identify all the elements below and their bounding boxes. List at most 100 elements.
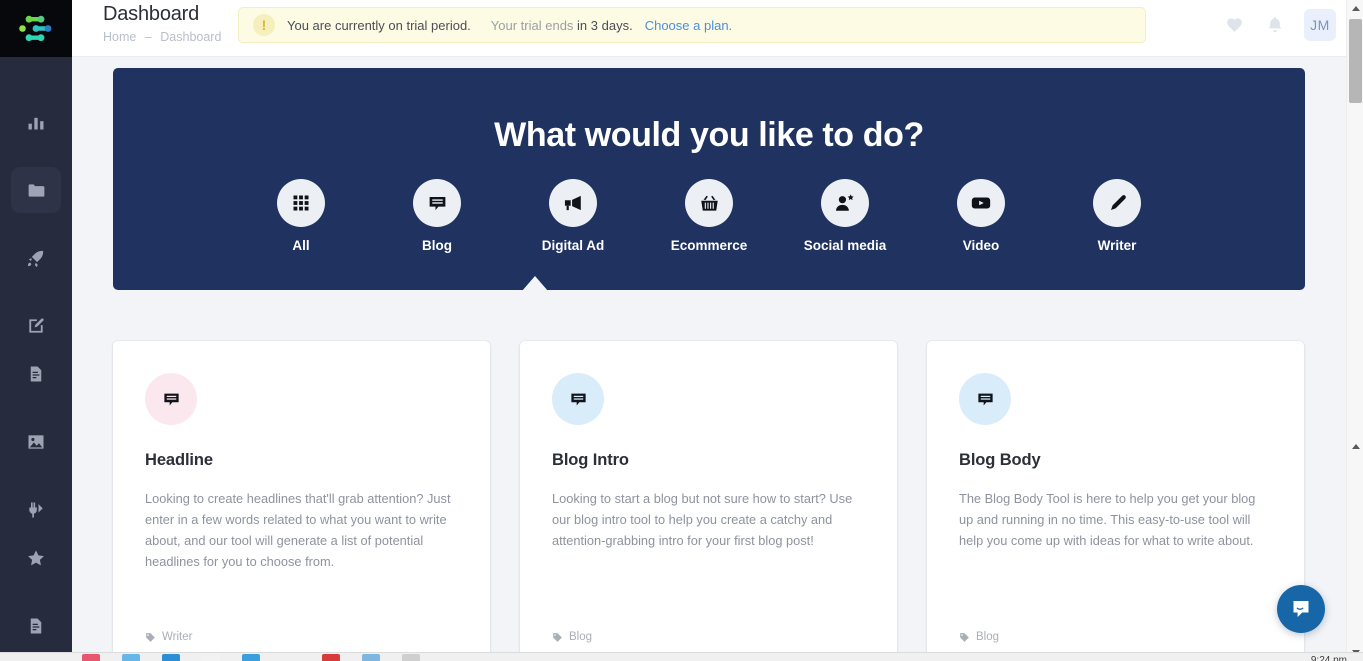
taskbar-app[interactable] — [242, 654, 260, 661]
chat-launcher-button[interactable] — [1277, 585, 1325, 633]
sidebar-item-projects[interactable] — [0, 167, 72, 213]
tool-card-tag: Blog — [959, 631, 999, 643]
category-blog-label: Blog — [422, 238, 452, 253]
tool-card-tag-label: Writer — [162, 631, 193, 643]
sidebar-item-documents[interactable] — [0, 355, 72, 393]
heart-icon — [1227, 18, 1242, 33]
category-digital-ad-label: Digital Ad — [541, 238, 605, 253]
notifications-button[interactable] — [1264, 14, 1286, 36]
taskbar-app[interactable] — [282, 654, 300, 661]
tool-card-tag: Blog — [552, 631, 592, 643]
category-all-label: All — [292, 238, 310, 253]
app-logo[interactable] — [0, 0, 72, 57]
sidebar-item-favorites[interactable] — [0, 539, 72, 577]
scrollbar-thumb[interactable] — [1349, 19, 1362, 103]
bar-chart-icon — [28, 117, 44, 130]
title-block: Dashboard Home – Dashboard — [103, 3, 221, 44]
tool-card-blog-intro[interactable]: Blog Intro Looking to start a blog but n… — [520, 341, 897, 659]
category-selector: All Blog Digital Ad Ecommerce Social med… — [113, 179, 1305, 253]
tool-card-title: Blog Body — [959, 451, 1041, 469]
tool-card-list: Headline Looking to create headlines tha… — [113, 341, 1305, 659]
sidebar — [0, 0, 72, 661]
category-all-circle — [277, 179, 325, 227]
tool-card-tag-label: Blog — [569, 631, 593, 643]
taskbar-app[interactable] — [322, 654, 340, 661]
category-all[interactable]: All — [255, 179, 347, 253]
app-logo-icon — [19, 15, 52, 41]
scroll-marker-icon — [1347, 438, 1363, 455]
choose-a-plan-link[interactable]: Choose a plan. — [645, 18, 732, 33]
pencil-square-icon — [29, 318, 44, 333]
star-icon — [28, 550, 44, 566]
comment-icon — [977, 393, 993, 405]
tag-icon — [960, 632, 969, 642]
category-social-media-label: Social media — [803, 238, 887, 253]
taskbar-app[interactable] — [402, 654, 420, 661]
trial-countdown: Your trial ends in 3 days. — [491, 18, 633, 33]
tool-card-blog-body[interactable]: Blog Body The Blog Body Tool is here to … — [927, 341, 1304, 659]
category-writer-circle — [1093, 179, 1141, 227]
top-bar: Dashboard Home – Dashboard ! You are cur… — [72, 0, 1363, 57]
folder-icon — [28, 183, 44, 197]
taskbar-app-list — [0, 653, 1363, 661]
comment-icon — [429, 196, 445, 210]
category-social-media[interactable]: Social media — [799, 179, 891, 253]
sidebar-item-editor[interactable] — [0, 307, 72, 345]
sidebar-nav — [0, 57, 72, 645]
tag-icon — [553, 632, 562, 642]
tool-card-description: The Blog Body Tool is here to help you g… — [959, 491, 1256, 548]
tool-card-tag: Writer — [145, 631, 192, 643]
category-social-media-circle — [821, 179, 869, 227]
taskbar-app[interactable] — [82, 654, 100, 661]
category-writer[interactable]: Writer — [1071, 179, 1163, 253]
trial-message: You are currently on trial period. — [287, 17, 471, 33]
tool-card-title: Blog Intro — [552, 451, 629, 469]
category-digital-ad-circle — [549, 179, 597, 227]
sidebar-item-integrations[interactable] — [0, 491, 72, 529]
category-video[interactable]: Video — [935, 179, 1027, 253]
favorites-button[interactable] — [1224, 14, 1246, 36]
category-blog[interactable]: Blog — [391, 179, 483, 253]
selected-category-notch — [522, 276, 548, 291]
scroll-up-button[interactable] — [1347, 0, 1363, 17]
page-title: Dashboard — [103, 3, 200, 25]
taskbar-app[interactable] — [202, 654, 220, 661]
taskbar-app[interactable] — [122, 654, 140, 661]
category-video-label: Video — [962, 238, 1000, 253]
trial-countdown-prefix: Your trial ends — [490, 17, 578, 33]
rocket-icon — [27, 250, 44, 268]
vertical-scrollbar[interactable] — [1346, 0, 1363, 661]
comment-icon — [570, 393, 586, 405]
sidebar-item-analytics[interactable] — [0, 103, 72, 141]
users-icon — [836, 194, 854, 211]
sidebar-item-reports[interactable] — [0, 607, 72, 645]
image-icon — [28, 435, 44, 449]
taskbar-app[interactable] — [162, 654, 180, 661]
taskbar-app[interactable] — [362, 654, 380, 661]
sidebar-item-images[interactable] — [0, 423, 72, 461]
tool-card-tag-label: Blog — [976, 631, 1000, 643]
category-video-circle — [957, 179, 1005, 227]
breadcrumb-home[interactable]: Home — [103, 30, 136, 44]
trial-countdown-days: in 3 days. — [577, 17, 633, 33]
megaphone-icon — [564, 195, 581, 211]
category-digital-ad[interactable]: Digital Ad — [527, 179, 619, 253]
avatar[interactable]: JM — [1304, 9, 1336, 41]
chevron-up-icon — [1351, 6, 1360, 11]
sidebar-item-launch[interactable] — [0, 239, 72, 277]
tool-card-headline[interactable]: Headline Looking to create headlines tha… — [113, 341, 490, 659]
tool-card-title: Headline — [145, 451, 213, 469]
category-blog-circle — [413, 179, 461, 227]
pencil-icon — [1110, 194, 1126, 210]
tool-card-description: Looking to start a blog but not sure how… — [552, 491, 853, 548]
tool-card-icon — [145, 373, 197, 425]
grid-icon — [293, 195, 309, 211]
plug-icon — [29, 502, 43, 518]
breadcrumb-separator: – — [144, 30, 152, 44]
document-lines-icon — [30, 366, 42, 382]
trial-banner: ! You are currently on trial period. You… — [238, 7, 1146, 43]
category-ecommerce-label: Ecommerce — [670, 238, 748, 253]
tag-icon — [146, 632, 155, 642]
hero-panel: What would you like to do? All Blog Digi… — [113, 68, 1305, 291]
category-ecommerce[interactable]: Ecommerce — [663, 179, 755, 253]
